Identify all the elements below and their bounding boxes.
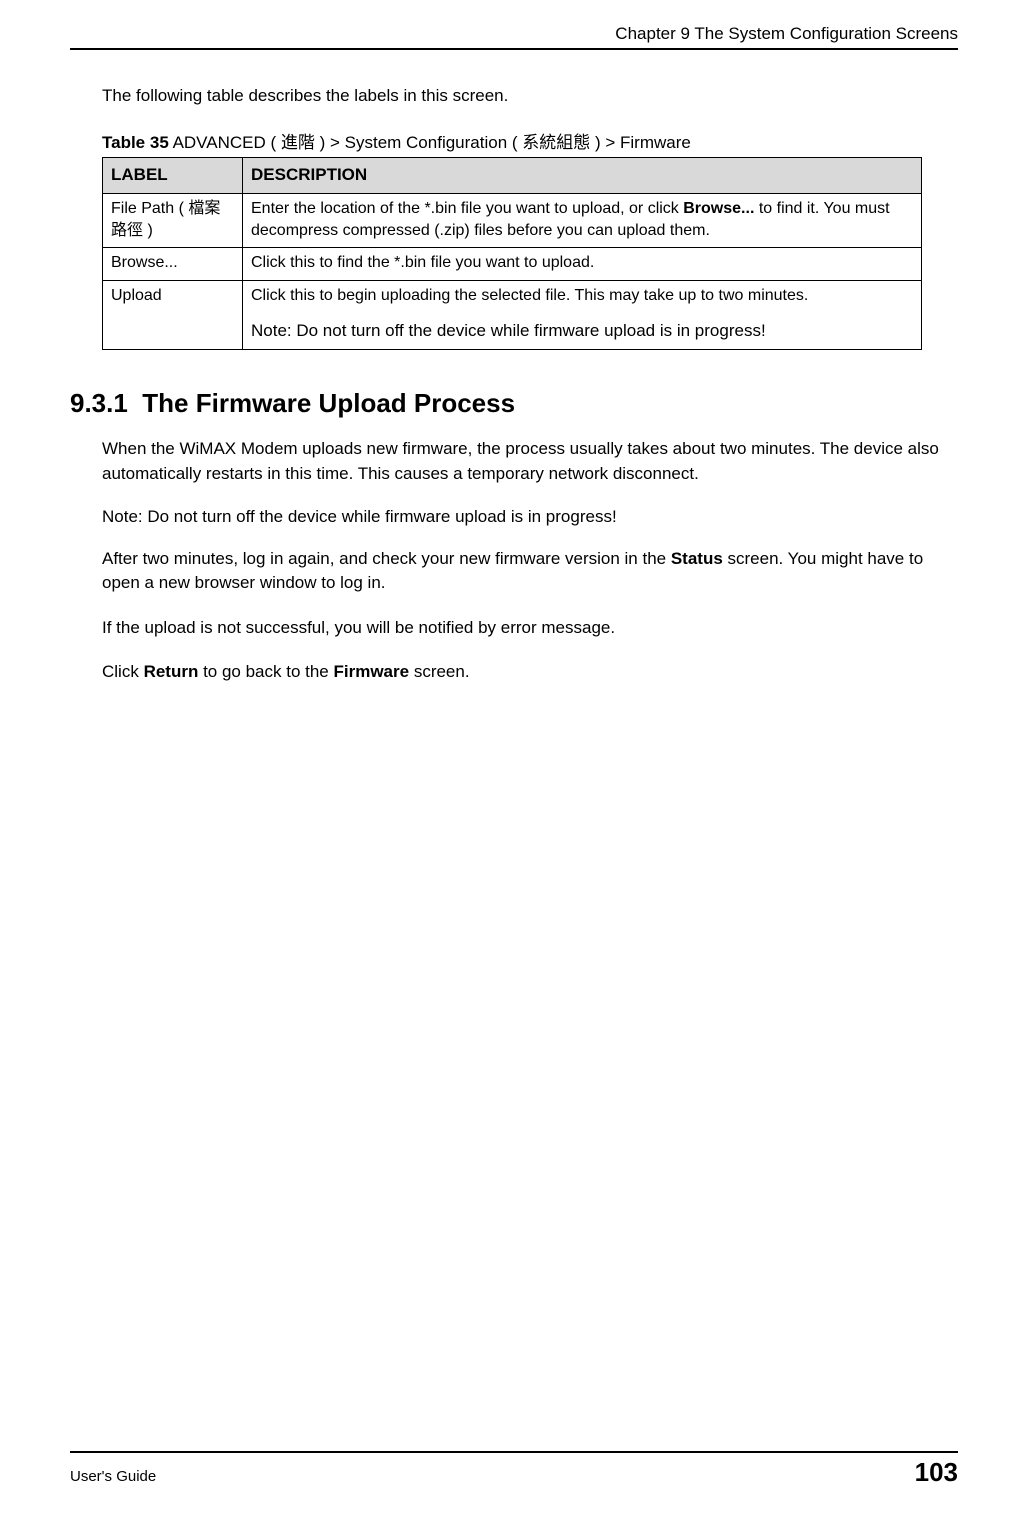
cell-label: Upload bbox=[103, 280, 243, 350]
body-paragraph: If the upload is not successful, you wil… bbox=[70, 616, 958, 641]
desc-text: Click this to begin uploading the select… bbox=[251, 287, 808, 304]
para-text: to go back to the bbox=[198, 662, 333, 681]
cell-label: Browse... bbox=[103, 248, 243, 281]
table-caption-text: ADVANCED ( 進階 ) > System Configuration (… bbox=[169, 133, 691, 152]
cell-description: Click this to begin uploading the select… bbox=[243, 280, 922, 350]
table-caption: Table 35 ADVANCED ( 進階 ) > System Config… bbox=[70, 128, 958, 153]
chapter-title: Chapter 9 The System Configuration Scree… bbox=[70, 24, 958, 44]
table-header-row: LABEL DESCRIPTION bbox=[103, 158, 922, 194]
th-label: LABEL bbox=[103, 158, 243, 194]
cell-label: File Path ( 檔案路徑 ) bbox=[103, 193, 243, 247]
para-text: Click bbox=[102, 662, 144, 681]
para-bold: Status bbox=[671, 549, 723, 568]
para-text: screen. bbox=[409, 662, 469, 681]
section-heading: 9.3.1 The Firmware Upload Process bbox=[70, 388, 958, 419]
para-text: After two minutes, log in again, and che… bbox=[102, 549, 671, 568]
page-number: 103 bbox=[915, 1457, 958, 1488]
table-number: Table 35 bbox=[102, 133, 169, 152]
table-row: Browse... Click this to find the *.bin f… bbox=[103, 248, 922, 281]
body-paragraph: Click Return to go back to the Firmware … bbox=[70, 660, 958, 685]
table-row: File Path ( 檔案路徑 ) Enter the location of… bbox=[103, 193, 922, 247]
th-description: DESCRIPTION bbox=[243, 158, 922, 194]
section-number: 9.3.1 bbox=[70, 388, 128, 418]
body-note: Note: Do not turn off the device while f… bbox=[70, 507, 958, 527]
para-bold: Return bbox=[144, 662, 199, 681]
desc-bold: Browse... bbox=[683, 200, 754, 217]
para-bold: Firmware bbox=[334, 662, 410, 681]
section-title: The Firmware Upload Process bbox=[142, 388, 515, 418]
page-header: Chapter 9 The System Configuration Scree… bbox=[70, 24, 958, 50]
page-footer: User's Guide 103 bbox=[70, 1451, 958, 1488]
page: Chapter 9 The System Configuration Scree… bbox=[0, 0, 1028, 1524]
footer-guide-label: User's Guide bbox=[70, 1468, 156, 1485]
table-row: Upload Click this to begin uploading the… bbox=[103, 280, 922, 350]
cell-description: Click this to find the *.bin file you wa… bbox=[243, 248, 922, 281]
cell-description: Enter the location of the *.bin file you… bbox=[243, 193, 922, 247]
table-note: Note: Do not turn off the device while f… bbox=[297, 320, 913, 343]
desc-text: Enter the location of the *.bin file you… bbox=[251, 200, 683, 217]
label-description-table: LABEL DESCRIPTION File Path ( 檔案路徑 ) Ent… bbox=[102, 157, 922, 350]
body-paragraph: After two minutes, log in again, and che… bbox=[70, 547, 958, 596]
body-paragraph: When the WiMAX Modem uploads new firmwar… bbox=[70, 437, 958, 486]
intro-paragraph: The following table describes the labels… bbox=[70, 86, 958, 106]
